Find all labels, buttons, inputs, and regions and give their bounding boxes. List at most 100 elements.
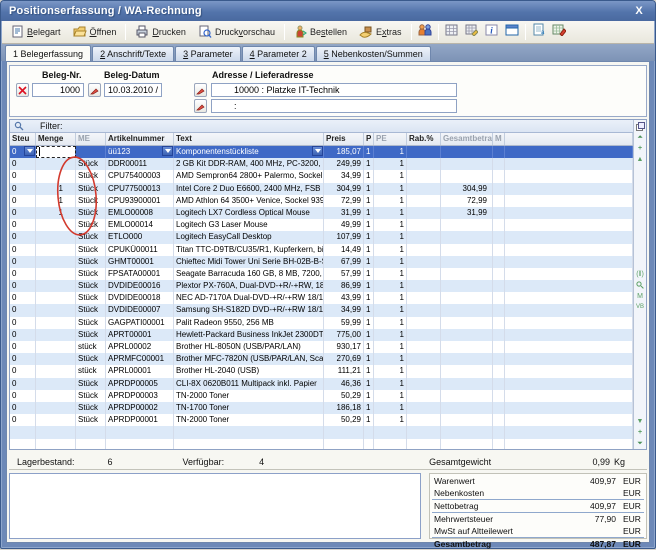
grid-cell-artikelnummer[interactable]: DVDIDE00018 [106,292,174,304]
grid-cell-preis[interactable]: 775,00 [324,329,364,341]
grid-cell-gesamtbetrag[interactable] [441,170,493,182]
grid-cell-gesamtbetrag[interactable] [441,329,493,341]
table-row[interactable]: 0StückDVDIDE00007Samsung SH-S182D DVD-+R… [10,304,633,316]
grid-cell-menge[interactable] [36,268,76,280]
grid-cell-menge[interactable] [36,231,76,243]
grid-cell-filler[interactable] [505,207,633,219]
scroll-down-icon[interactable]: ▼ [634,416,646,427]
grid-cell-rab-prozent[interactable] [407,268,441,280]
grid-cell-menge[interactable] [36,329,76,341]
grid-cell-me[interactable]: Stück [76,280,106,292]
grid-cell-text[interactable] [174,426,324,438]
lieferadresse-input[interactable] [211,99,457,113]
toolbar-info-button[interactable]: i [482,23,502,42]
grid-cell-menge[interactable] [36,317,76,329]
grid-cell-pe[interactable]: 1 [374,256,407,268]
grid-cell-text[interactable]: TN-2000 Toner [174,414,324,426]
grid-cell-menge[interactable] [36,158,76,170]
grid-cell-text[interactable]: TN-2000 Toner [174,390,324,402]
grid-cell-preis[interactable]: 107,99 [324,231,364,243]
grid-cell-p[interactable]: 1 [364,268,374,280]
grid-cell-preis[interactable]: 249,99 [324,158,364,170]
grid-cell-rab-prozent[interactable] [407,195,441,207]
grid-cell-filler[interactable] [505,402,633,414]
column-header-menge[interactable]: Menge [36,133,76,145]
grid-cell-preis[interactable]: 34,99 [324,304,364,316]
table-row[interactable]: 0StückDVDIDE00018NEC AD-7170A Dual-DVD-+… [10,292,633,304]
grid-cell-p[interactable]: 1 [364,390,374,402]
grid-cell-pe[interactable]: 1 [374,170,407,182]
grid-cell-rab-prozent[interactable] [407,378,441,390]
grid-cell-preis[interactable]: 43,99 [324,292,364,304]
grid-cell-filler[interactable] [505,341,633,353]
grid-cell-preis[interactable]: 34,99 [324,170,364,182]
grid-cell-me[interactable]: Stück [76,231,106,243]
grid-cell-artikelnummer[interactable]: APRL00001 [106,365,174,377]
table-row[interactable]: 0StückAPRDP00005CLI-8X 0620B011 Multipac… [10,378,633,390]
table-row[interactable]: 0StückAPRDP00002TN-1700 Toner186,1811 [10,402,633,414]
grid-cell-text[interactable]: Brother HL-8050N (USB/PAR/LAN) [174,341,324,353]
grid-cell-me[interactable]: Stück [76,304,106,316]
menge-edit-cell[interactable] [36,146,76,158]
grid-cell-menge[interactable]: 1 [36,207,76,219]
table-row[interactable]: 0StückDVDIDE00016Plextor PX-760A, Dual-D… [10,280,633,292]
grid-cell-rab-prozent[interactable] [407,146,441,158]
grid-cell-pe[interactable]: 1 [374,304,407,316]
grid-cell-p[interactable]: 1 [364,329,374,341]
grid-cell-preis[interactable] [324,439,364,450]
grid-cell-pe[interactable]: 1 [374,414,407,426]
grid-cell-me[interactable]: stück [76,341,106,353]
dropdown-button[interactable] [162,146,173,156]
grid-cell-pe[interactable]: 1 [374,207,407,219]
grid-cell-preis[interactable]: 50,29 [324,390,364,402]
grid-cell-p[interactable]: 1 [364,304,374,316]
grid-cell-me[interactable]: Stück [76,317,106,329]
grid-cell-filler[interactable] [505,183,633,195]
grid-cell-me[interactable] [76,426,106,438]
grid-cell-preis[interactable]: 46,36 [324,378,364,390]
grid-cell-filler[interactable] [505,317,633,329]
grid-cell-pe[interactable]: 1 [374,353,407,365]
grid-cell-filler[interactable] [505,378,633,390]
grid-cell-me[interactable]: Stück [76,390,106,402]
grid-cell-steu[interactable]: 0 [10,390,36,402]
grid-cell-steu[interactable]: 0 [10,231,36,243]
grid-cell-m[interactable] [493,231,505,243]
grid-cell-artikelnummer[interactable]: GAGPATI00001 [106,317,174,329]
grid-cell-steu[interactable]: 0 [10,219,36,231]
grid-cell-gesamtbetrag[interactable] [441,231,493,243]
grid-cell-me[interactable]: Stück [76,402,106,414]
grid-cell-rab-prozent[interactable] [407,329,441,341]
grid-cell-m[interactable] [493,329,505,341]
grid-cell-p[interactable]: 1 [364,170,374,182]
beleg-nr-input[interactable] [32,83,84,97]
grid-cell-gesamtbetrag[interactable] [441,365,493,377]
column-header-filler[interactable] [505,133,633,145]
grid-cell-filler[interactable] [505,280,633,292]
grid-cell-menge[interactable] [36,390,76,402]
table-row[interactable]: 0StückEMLO00014Logitech G3 Laser Mouse49… [10,219,633,231]
toolbar-button-bestellen[interactable]: Bestellen [288,23,353,42]
grid-cell-text[interactable]: Logitech G3 Laser Mouse [174,219,324,231]
grid-cell-filler[interactable] [505,439,633,450]
grid-cell-me[interactable]: Stück [76,158,106,170]
grid-cell-text[interactable]: Intel Core 2 Duo E6600, 2400 MHz, FSB 10… [174,183,324,195]
grid-cell-p[interactable]: 1 [364,158,374,170]
grid-cell-gesamtbetrag[interactable] [441,353,493,365]
toolbar-table-pen-button[interactable] [549,23,569,42]
scroll-last-icon[interactable]: ⏷ [634,438,646,449]
append-row-icon[interactable]: + [634,427,646,438]
grid-cell-filler[interactable] [505,353,633,365]
toolbar-document-button[interactable]: a [529,23,549,42]
grid-cell-text[interactable]: Komponentenstückliste [174,146,324,158]
grid-cell-text[interactable]: NEC AD-7170A Dual-DVD-+R/-+RW 18/18fac [174,292,324,304]
grid-cell-gesamtbetrag[interactable] [441,341,493,353]
column-header-gesamtbetrag[interactable]: Gesamtbetrag [441,133,493,145]
toolbar-contacts-button[interactable] [415,23,435,42]
grid-cell-artikelnummer[interactable]: CPUKÜ00011 [106,244,174,256]
grid-cell-p[interactable]: 1 [364,195,374,207]
grid-cell-pe[interactable]: 1 [374,378,407,390]
column-header-preis[interactable]: Preis [324,133,364,145]
grid-cell-p[interactable]: 1 [364,353,374,365]
grid-cell-artikelnummer[interactable]: APRL00002 [106,341,174,353]
